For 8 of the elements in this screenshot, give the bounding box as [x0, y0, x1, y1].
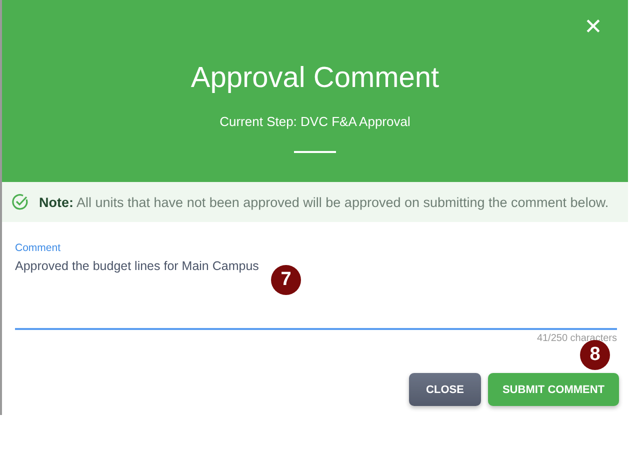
comment-label: Comment: [15, 242, 62, 254]
callout-badge: 8: [580, 340, 610, 370]
close-button[interactable]: CLOSE: [409, 373, 481, 406]
note-text: Note: All units that have not been approved will be approved on submitting the comment below.: [39, 194, 609, 210]
dialog-subtitle: Current Step: DVC F&A Approval: [220, 114, 410, 129]
check-circle-icon: [11, 193, 29, 211]
dialog-title: Approval Comment: [190, 62, 440, 95]
callout-badge: 7: [271, 265, 301, 295]
